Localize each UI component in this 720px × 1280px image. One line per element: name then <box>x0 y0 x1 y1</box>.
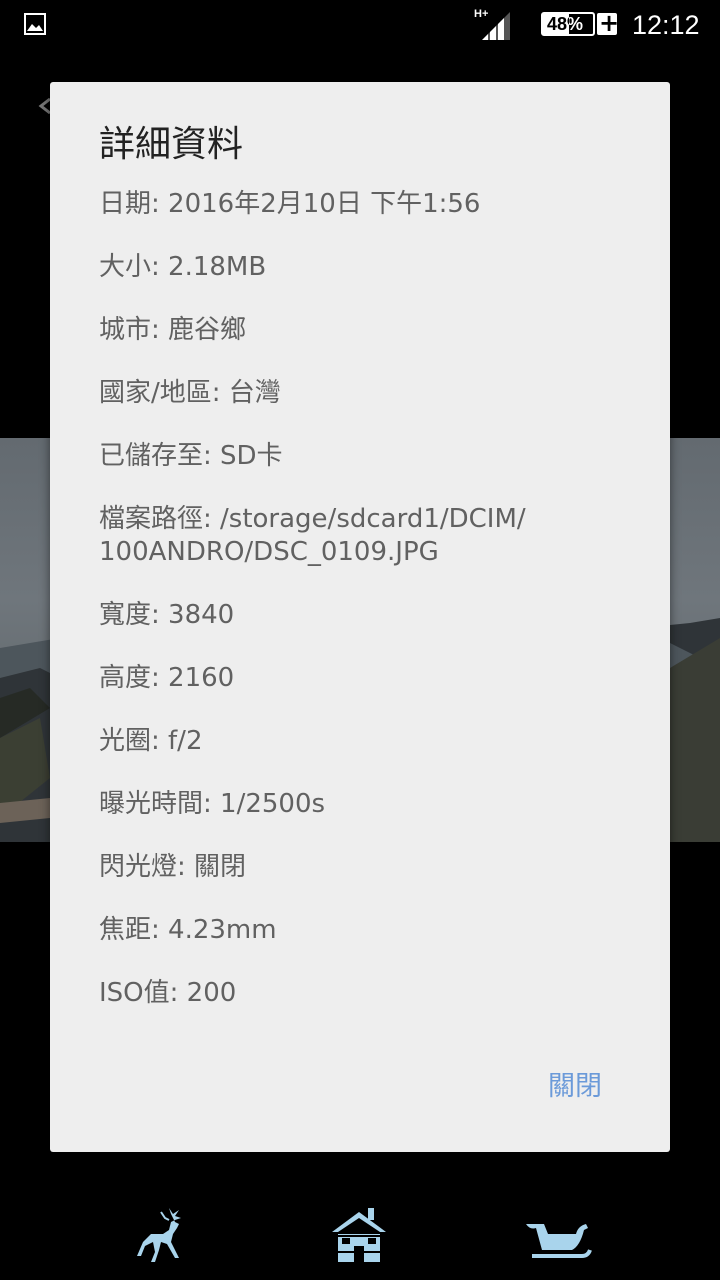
house-icon <box>332 1208 386 1262</box>
clock: 12:12 <box>632 10 700 40</box>
detail-file-path: 檔案路徑: /storage/sdcard1/DCIM/ 100ANDRO/DS… <box>99 504 526 567</box>
detail-flash: 閃光燈: 關閉 <box>99 852 247 882</box>
details-dialog: 詳細資料 日期: 2016年2月10日 下午1:56 大小: 2.18MB 城市… <box>50 82 670 1152</box>
charging-symbol: + <box>599 9 620 37</box>
dialog-title: 詳細資料 <box>99 124 244 165</box>
detail-focal-length: 焦距: 4.23mm <box>99 915 277 945</box>
status-bar: H+ 48% + 12:12 <box>0 0 720 50</box>
battery-icon: 48% + <box>541 9 620 38</box>
gallery-icon <box>24 13 46 35</box>
detail-height: 高度: 2160 <box>99 663 235 693</box>
network-type-label: H+ <box>474 8 488 20</box>
nav-home-button[interactable] <box>324 1200 394 1270</box>
detail-size: 大小: 2.18MB <box>99 252 267 282</box>
detail-iso: ISO值: 200 <box>99 978 237 1008</box>
signal-icon: H+ <box>474 8 510 40</box>
sleigh-icon <box>526 1224 592 1258</box>
reindeer-icon <box>137 1208 181 1262</box>
detail-country: 國家/地區: 台灣 <box>99 378 281 408</box>
battery-percent: 48% <box>547 14 584 34</box>
detail-date: 日期: 2016年2月10日 下午1:56 <box>99 189 481 219</box>
detail-list: 日期: 2016年2月10日 下午1:56 大小: 2.18MB 城市: 鹿谷鄉… <box>99 188 639 1040</box>
bottom-navigation <box>0 1190 720 1280</box>
close-button[interactable]: 關閉 <box>540 1066 610 1108</box>
detail-exposure-time: 曝光時間: 1/2500s <box>99 789 326 819</box>
detail-city: 城市: 鹿谷鄉 <box>99 315 247 345</box>
detail-width: 寬度: 3840 <box>99 600 235 630</box>
nav-reindeer-button[interactable] <box>125 1200 195 1270</box>
detail-aperture: 光圈: f/2 <box>99 726 203 756</box>
nav-sleigh-button[interactable] <box>522 1200 592 1270</box>
detail-storage: 已儲存至: SD卡 <box>99 441 283 471</box>
